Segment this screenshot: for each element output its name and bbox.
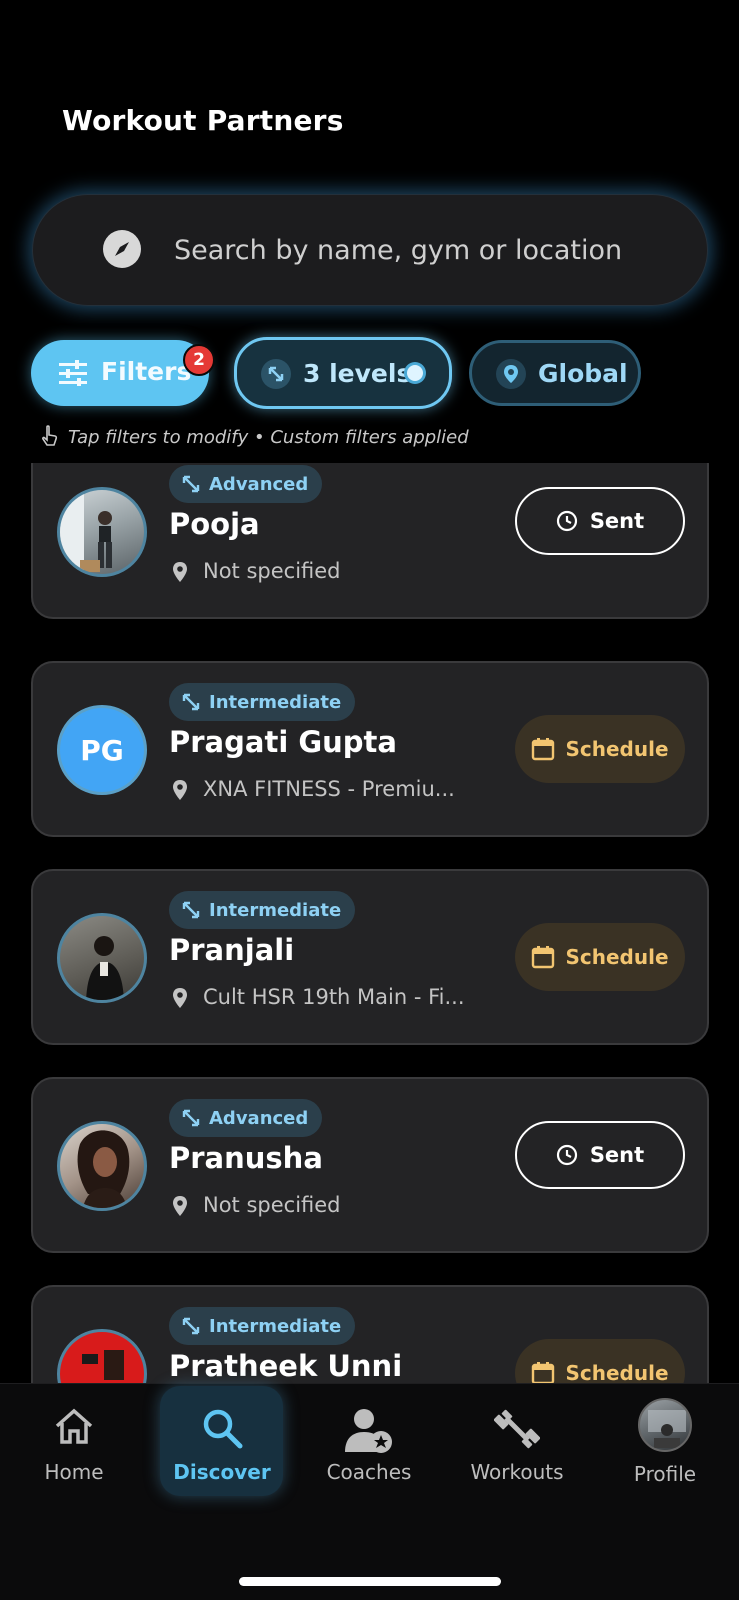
partner-name: Pranusha [169,1141,323,1175]
nav-workouts[interactable]: Workouts [447,1384,587,1534]
nav-home[interactable]: Home [4,1384,144,1534]
avatar [57,1329,147,1383]
filters-label: Filters [101,357,192,386]
location-pin-icon [173,988,187,1008]
partner-name: Pooja [169,507,260,541]
filters-count-badge: 2 [183,344,215,376]
calendar-icon [532,946,555,969]
level-badge: Intermediate [169,1307,356,1345]
location-pin-icon [173,1196,187,1216]
sliders-icon [59,360,87,386]
level-badge: Advanced [169,465,323,503]
tap-hand-icon [42,425,58,446]
bottom-navigation: Home Discover Coaches Workouts Profile [0,1383,739,1600]
filters-chip[interactable]: Filters [31,340,209,406]
partner-list[interactable]: Advanced Pooja Not specified Sent PG Int… [0,463,739,1383]
partner-card[interactable]: Intermediate Pranjali Cult HSR 19th Main… [31,869,709,1045]
home-indicator [239,1577,501,1586]
search-bar[interactable] [32,194,708,306]
search-input[interactable] [174,224,674,276]
schedule-button[interactable]: Schedule [515,715,685,783]
clock-icon [556,1144,577,1166]
page-title: Workout Partners [62,104,344,137]
partner-card[interactable]: Advanced Pooja Not specified Sent [31,463,709,619]
expand-arrows-icon [182,901,200,919]
compass-icon [103,230,141,268]
location-pin-icon [173,780,187,800]
partner-name: Pragati Gupta [169,725,397,759]
levels-chip[interactable]: 3 levels [234,337,452,409]
global-label: Global [538,359,628,388]
avatar [57,913,147,1003]
partner-name: Pratheek Unni [169,1349,403,1383]
avatar [57,487,147,577]
search-icon [203,1409,243,1449]
expand-arrows-icon [182,693,200,711]
expand-arrows-icon [182,1109,200,1127]
dumbbell-icon [494,1409,540,1449]
schedule-button[interactable]: Schedule [515,923,685,991]
levels-label: 3 levels [303,359,412,388]
home-icon [55,1408,93,1444]
partner-card[interactable]: Intermediate Pratheek Unni Schedule [31,1285,709,1383]
location-pin-icon [496,359,526,389]
coach-star-icon [345,1409,392,1453]
partner-card[interactable]: Advanced Pranusha Not specified Sent [31,1077,709,1253]
level-badge: Advanced [169,1099,323,1137]
location-pin-icon [173,562,187,582]
nav-coaches[interactable]: Coaches [299,1384,439,1534]
profile-avatar [638,1398,692,1452]
expand-arrows-icon [261,359,291,389]
partner-name: Pranjali [169,933,295,967]
sent-button[interactable]: Sent [515,487,685,555]
schedule-button[interactable]: Schedule [515,1339,685,1383]
nav-discover[interactable]: Discover [152,1384,292,1534]
avatar: PG [57,705,147,795]
expand-arrows-icon [182,1317,200,1335]
clock-icon [556,510,577,532]
calendar-icon [532,1362,555,1383]
level-badge: Intermediate [169,683,356,721]
level-badge: Intermediate [169,891,356,929]
nav-profile[interactable]: Profile [595,1384,735,1534]
active-dot [407,365,423,381]
sent-button[interactable]: Sent [515,1121,685,1189]
global-chip[interactable]: Global [469,340,641,406]
avatar [57,1121,147,1211]
expand-arrows-icon [182,475,200,493]
partner-card[interactable]: PG Intermediate Pragati Gupta XNA FITNES… [31,661,709,837]
calendar-icon [532,738,555,761]
